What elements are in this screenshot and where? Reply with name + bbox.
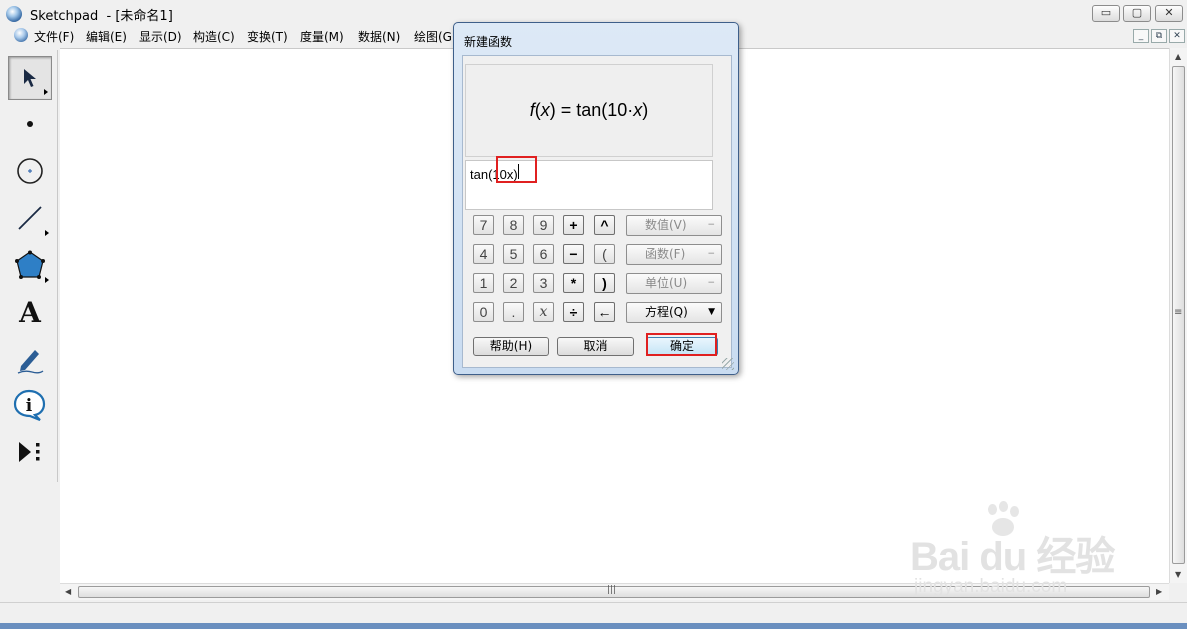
circle-icon [17, 158, 43, 184]
pen-icon [17, 350, 44, 374]
vertical-scroll-thumb[interactable]: ≡ [1172, 66, 1185, 564]
cancel-button[interactable]: 取消 [557, 337, 634, 356]
dialog-title: 新建函数 [464, 35, 513, 49]
horizontal-scrollbar[interactable]: ◀ ||| ▶ [60, 583, 1169, 600]
key-minus[interactable]: − [563, 244, 584, 264]
menu-transform[interactable]: 变换(T) [247, 28, 288, 45]
svg-text:i: i [26, 396, 33, 416]
menu-graph[interactable]: 绘图(G [414, 28, 452, 45]
point-tool[interactable] [8, 102, 52, 146]
scroll-down-icon[interactable]: ▼ [1175, 570, 1181, 579]
key-multiply[interactable]: * [563, 273, 584, 293]
document-icon[interactable] [14, 28, 28, 42]
key-open-paren[interactable]: ( [594, 244, 615, 264]
h-grip: ||| [607, 585, 617, 595]
arrow-tool[interactable] [8, 56, 52, 100]
line-icon [18, 206, 42, 230]
v-grip: ≡ [1174, 307, 1183, 318]
menu-measure[interactable]: 度量(M) [300, 28, 344, 45]
sketchpad-app-icon [6, 6, 22, 22]
units-button[interactable]: 单位(U) − [626, 273, 722, 294]
chevron-down-icon: ▼ [708, 307, 715, 317]
key-plus[interactable]: + [563, 215, 584, 235]
values-button[interactable]: 数值(V) − [626, 215, 722, 236]
menu-construct[interactable]: 构造(C) [193, 28, 235, 45]
functions-button-label: 函数(F) [645, 247, 686, 261]
equation-button[interactable]: 方程(Q) ▼ [626, 302, 722, 323]
key-1[interactable]: 1 [473, 273, 494, 293]
custom-tool[interactable] [8, 430, 52, 474]
custom-tool-icon [19, 442, 40, 462]
menu-edit[interactable]: 编辑(E) [86, 28, 127, 45]
scroll-right-icon[interactable]: ▶ [1156, 587, 1162, 596]
highlight-box-expression [496, 156, 537, 183]
highlight-box-ok [646, 333, 717, 356]
close-window-button[interactable]: ✕ [1155, 5, 1183, 22]
vertical-scrollbar[interactable]: ▲ ≡ ▼ [1169, 48, 1187, 583]
units-dropdown-icon: − [707, 278, 715, 288]
horizontal-scroll-thumb[interactable]: ||| [78, 585, 1150, 598]
menu-file[interactable]: 文件(F) [34, 28, 74, 45]
functions-button[interactable]: 函数(F) − [626, 244, 722, 265]
key-8[interactable]: 8 [503, 215, 524, 235]
text-tool[interactable]: A [8, 290, 52, 334]
menu-display[interactable]: 显示(D) [139, 28, 182, 45]
compass-tool[interactable] [8, 149, 52, 193]
key-x[interactable]: x [533, 302, 554, 322]
text-icon: A [19, 295, 41, 329]
key-divide[interactable]: ÷ [563, 302, 584, 322]
scroll-up-icon[interactable]: ▲ [1175, 52, 1181, 61]
straightedge-tool[interactable] [8, 196, 52, 240]
key-6[interactable]: 6 [533, 244, 554, 264]
key-9[interactable]: 9 [533, 215, 554, 235]
marker-tool[interactable] [8, 337, 52, 381]
info-icon: i [13, 389, 46, 421]
document-close-button[interactable]: ✕ [1169, 29, 1185, 43]
key-power[interactable]: ^ [594, 215, 615, 235]
new-function-dialog: 新建函数 f(x) = tan(10·x) tan(10x) 7 8 9 + ^… [453, 22, 739, 375]
values-button-label: 数值(V) [645, 218, 687, 232]
scroll-left-icon[interactable]: ◀ [65, 587, 71, 596]
key-3[interactable]: 3 [533, 273, 554, 293]
preview-formula: f(x) = tan(10·x) [529, 100, 649, 120]
window-title: Sketchpad - [未命名1] [30, 9, 173, 24]
taskbar-edge [0, 623, 1187, 629]
menu-number[interactable]: 数据(N) [358, 28, 400, 45]
status-bar [0, 602, 1187, 623]
help-button[interactable]: 帮助(H) [473, 337, 549, 356]
function-preview: f(x) = tan(10·x) [465, 64, 713, 157]
key-0[interactable]: 0 [473, 302, 494, 322]
key-7[interactable]: 7 [473, 215, 494, 235]
equation-button-label: 方程(Q) [645, 305, 688, 319]
key-backspace[interactable]: ← [594, 302, 615, 322]
values-dropdown-icon: − [707, 220, 715, 230]
arrow-icon [24, 69, 36, 87]
key-close-paren[interactable]: ) [594, 273, 615, 293]
information-tool[interactable]: i [8, 383, 52, 427]
key-4[interactable]: 4 [473, 244, 494, 264]
key-5[interactable]: 5 [503, 244, 524, 264]
point-icon [27, 121, 33, 127]
document-minimize-button[interactable]: _ [1133, 29, 1149, 43]
units-button-label: 单位(U) [645, 276, 688, 290]
maximize-button[interactable]: ▢ [1123, 5, 1151, 22]
document-restore-button[interactable]: ⧉ [1151, 29, 1167, 43]
minimize-button[interactable]: ▭ [1092, 5, 1120, 22]
key-2[interactable]: 2 [503, 273, 524, 293]
resize-grip-icon[interactable] [722, 358, 734, 370]
polygon-tool[interactable] [8, 243, 52, 287]
functions-dropdown-icon: − [707, 249, 715, 259]
toolbox: A i [4, 50, 58, 482]
polygon-icon [15, 250, 45, 279]
key-decimal[interactable]: . [503, 302, 524, 322]
